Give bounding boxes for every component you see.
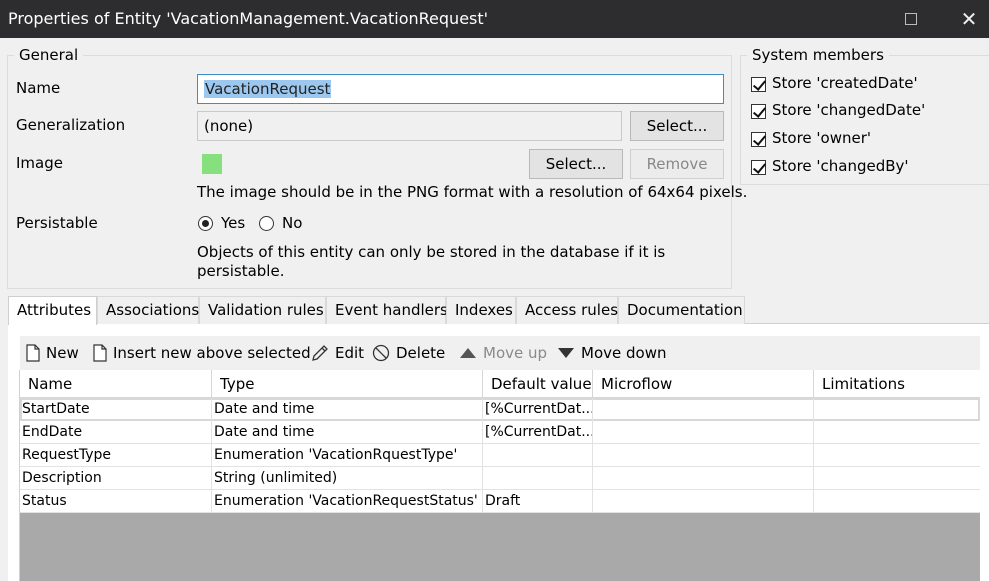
table-row[interactable]: StartDate Date and time [%CurrentDat... <box>20 398 980 421</box>
image-remove-button[interactable]: Remove <box>630 149 724 179</box>
cell-name: StartDate <box>20 398 212 421</box>
tab-access-rules[interactable]: Access rules <box>516 296 618 324</box>
image-label: Image <box>16 154 63 172</box>
table-row[interactable]: Status Enumeration 'VacationRequestStatu… <box>20 490 980 513</box>
cell-type: Date and time <box>212 421 483 444</box>
triangle-up-icon <box>460 348 476 358</box>
persistable-hint-line2: persistable. <box>197 262 285 280</box>
store-changeddate-label[interactable]: Store 'changedDate' <box>772 101 925 119</box>
new-document-icon <box>26 344 40 362</box>
cell-name: Description <box>20 467 212 490</box>
new-label: New <box>46 344 79 362</box>
cell-default-value <box>483 467 593 490</box>
table-row[interactable]: RequestType Enumeration 'VacationRquestT… <box>20 444 980 467</box>
move-up-label: Move up <box>483 344 548 362</box>
column-header-microflow[interactable]: Microflow <box>593 370 814 398</box>
insert-document-icon <box>93 344 107 362</box>
cell-microflow <box>593 398 814 421</box>
insert-new-above-button[interactable]: Insert new above selected <box>93 344 311 362</box>
name-value: VacationRequest <box>204 80 332 98</box>
move-up-button[interactable]: Move up <box>459 344 547 362</box>
window-title: Properties of Entity 'VacationManagement… <box>8 9 489 28</box>
title-bar: Properties of Entity 'VacationManagement… <box>0 0 989 38</box>
delete-circle-icon <box>372 344 390 362</box>
delete-button[interactable]: Delete <box>372 344 445 362</box>
cell-default-value: [%CurrentDat... <box>483 398 593 421</box>
cell-limitations <box>814 467 980 490</box>
column-header-name[interactable]: Name <box>20 370 212 398</box>
persistable-no-radio[interactable] <box>259 216 274 231</box>
cell-type: Enumeration 'VacationRquestType' <box>212 444 483 467</box>
move-down-label: Move down <box>581 344 667 362</box>
cell-limitations <box>814 398 980 421</box>
store-createddate-checkbox[interactable] <box>751 77 766 92</box>
insert-label: Insert new above selected <box>113 344 311 362</box>
triangle-down-icon <box>558 348 574 358</box>
persistable-label: Persistable <box>16 214 98 232</box>
store-changedby-label[interactable]: Store 'changedBy' <box>772 157 909 175</box>
cell-type: Enumeration 'VacationRequestStatus' <box>212 490 483 513</box>
name-field[interactable]: VacationRequest <box>197 74 724 104</box>
table-row[interactable]: Description String (unlimited) <box>20 467 980 490</box>
cell-type: Date and time <box>212 398 483 421</box>
tab-associations[interactable]: Associations <box>97 296 199 324</box>
column-header-limitations[interactable]: Limitations <box>814 370 980 398</box>
tab-indexes[interactable]: Indexes <box>446 296 516 324</box>
cell-default-value: [%CurrentDat... <box>483 421 593 444</box>
persistable-yes-label[interactable]: Yes <box>221 214 245 232</box>
tab-event-handlers[interactable]: Event handlers <box>326 296 448 324</box>
image-preview <box>202 154 222 174</box>
column-header-type[interactable]: Type <box>212 370 483 398</box>
store-changeddate-checkbox[interactable] <box>751 104 766 119</box>
delete-label: Delete <box>396 344 446 362</box>
cell-default-value: Draft <box>483 490 593 513</box>
close-icon[interactable]: ✕ <box>960 8 978 30</box>
cell-limitations <box>814 444 980 467</box>
store-changedby-checkbox[interactable] <box>751 160 766 175</box>
attributes-grid: Name Type Default value Microflow Limita… <box>19 370 980 581</box>
tab-attributes[interactable]: Attributes <box>8 296 97 325</box>
image-select-button[interactable]: Select... <box>529 149 623 179</box>
persistable-hint-line1: Objects of this entity can only be store… <box>197 243 666 261</box>
cell-name: RequestType <box>20 444 212 467</box>
general-legend: General <box>14 46 84 64</box>
cell-microflow <box>593 467 814 490</box>
generalization-select-button[interactable]: Select... <box>630 111 724 141</box>
pencil-icon <box>312 345 328 361</box>
table-row[interactable]: EndDate Date and time [%CurrentDat... <box>20 421 980 444</box>
generalization-label: Generalization <box>16 116 126 134</box>
new-button[interactable]: New <box>26 344 79 362</box>
grid-header: Name Type Default value Microflow Limita… <box>20 370 980 398</box>
edit-label: Edit <box>335 344 365 362</box>
cell-name: Status <box>20 490 212 513</box>
store-owner-checkbox[interactable] <box>751 132 766 147</box>
persistable-yes-radio[interactable] <box>198 216 213 231</box>
tab-validation-rules[interactable]: Validation rules <box>199 296 326 324</box>
store-owner-label[interactable]: Store 'owner' <box>772 129 871 147</box>
edit-button[interactable]: Edit <box>311 344 364 362</box>
tab-documentation[interactable]: Documentation <box>618 296 745 324</box>
column-header-default-value[interactable]: Default value <box>483 370 593 398</box>
image-hint: The image should be in the PNG format wi… <box>197 183 748 201</box>
persistable-no-label[interactable]: No <box>282 214 302 232</box>
cell-type: String (unlimited) <box>212 467 483 490</box>
cell-microflow <box>593 490 814 513</box>
cell-default-value <box>483 444 593 467</box>
maximize-icon[interactable] <box>905 13 917 25</box>
name-label: Name <box>16 79 61 97</box>
cell-limitations <box>814 490 980 513</box>
store-createddate-label[interactable]: Store 'createdDate' <box>772 74 918 92</box>
move-down-button[interactable]: Move down <box>557 344 666 362</box>
cell-limitations <box>814 421 980 444</box>
system-members-legend: System members <box>747 46 889 64</box>
generalization-field: (none) <box>197 111 622 141</box>
cell-microflow <box>593 421 814 444</box>
attributes-toolbar: New Insert new above selected Edit Delet… <box>20 336 980 370</box>
cell-name: EndDate <box>20 421 212 444</box>
cell-microflow <box>593 444 814 467</box>
